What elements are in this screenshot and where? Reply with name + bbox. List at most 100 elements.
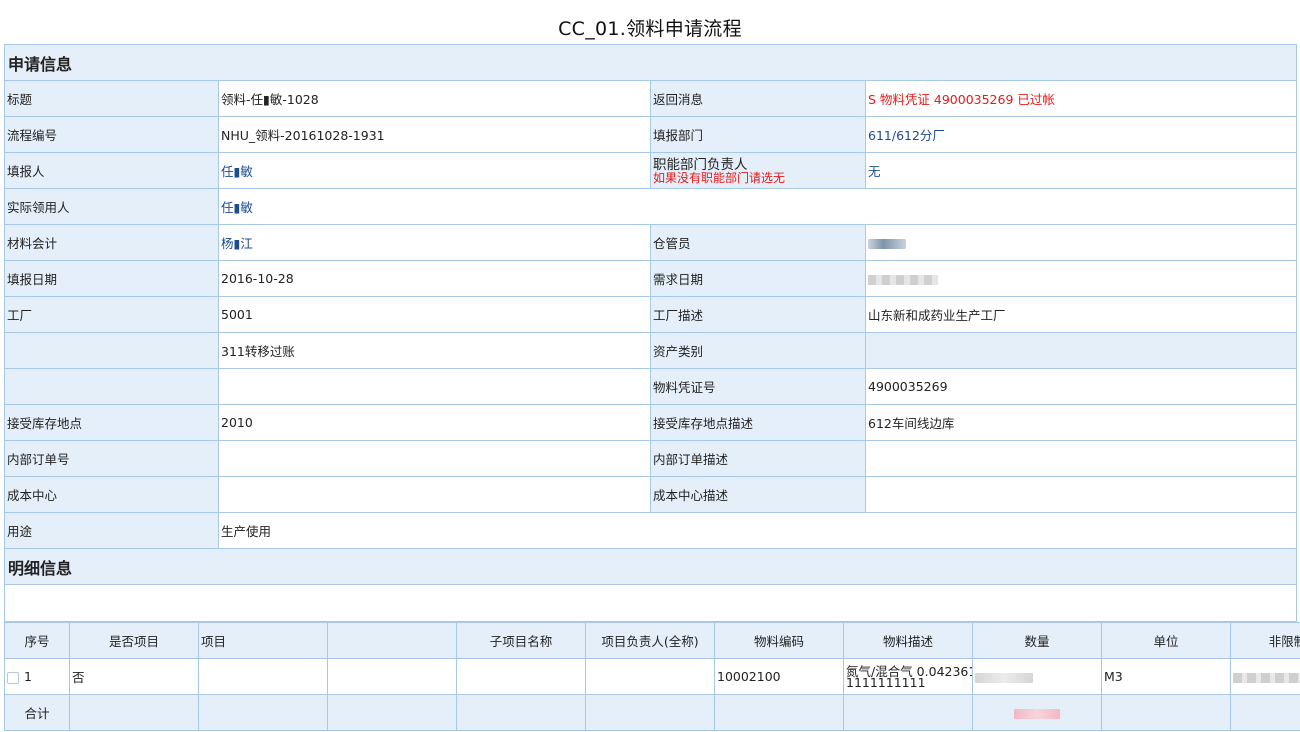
col-header: [327, 622, 457, 659]
usage-label: 用途: [4, 512, 219, 549]
total-empty-cell: [198, 694, 328, 731]
total-empty-cell: [1101, 694, 1231, 731]
total-empty-cell: [714, 694, 844, 731]
unit-cell: M3: [1101, 658, 1231, 695]
total-empty-cell: [585, 694, 715, 731]
material-desc-line2: 1111111111: [846, 674, 926, 690]
func-head-label-cell: 职能部门负责人 如果没有职能部门请选无: [650, 152, 866, 189]
title-value: 领料-任▮敏-1028: [218, 80, 651, 117]
inner-order-label: 内部订单号: [4, 440, 219, 477]
total-empty-cell: [69, 694, 199, 731]
need-date-label: 需求日期: [650, 260, 866, 297]
page-title: CC_01.领料申请流程: [558, 18, 742, 40]
col-header: 项目负责人(全称): [585, 622, 715, 659]
section-title-detail: 明细信息: [3, 548, 1298, 585]
total-empty-cell: [327, 694, 457, 731]
empty-label: [4, 368, 219, 405]
keeper-label: 仓管员: [650, 224, 866, 261]
unrestricted-cell: [1230, 658, 1300, 695]
cost-center-desc-value: [864, 476, 1298, 513]
col-header: 物料描述: [843, 622, 973, 659]
move-type-label: [4, 332, 219, 369]
total-empty-cell: [843, 694, 973, 731]
col-header: 子项目名称: [456, 622, 586, 659]
subproject-cell: [456, 658, 586, 695]
col-header: 项目: [198, 622, 328, 659]
form-container: 申请信息 标题 领料-任▮敏-1028 返回消息 S 物料凭证 49000352…: [3, 44, 1300, 731]
inner-order-value: [218, 440, 651, 477]
col-header: 物料编码: [714, 622, 844, 659]
material-desc-cell: 氮气/混合气 0.042361 1111111111: [843, 658, 973, 695]
asset-type-value: [864, 332, 1298, 369]
return-msg-label: 返回消息: [650, 80, 866, 117]
row-index: 1: [24, 669, 32, 684]
project-extra-cell: [327, 658, 457, 695]
project-owner-cell: [585, 658, 715, 695]
dept-label: 填报部门: [650, 116, 866, 153]
storage-desc-value: 612车间线边库: [864, 404, 1298, 441]
unrestricted-redacted: [1233, 672, 1300, 683]
detail-table: 序号 是否项目 项目 子项目名称 项目负责人(全称) 物料编码 物料描述 数量 …: [4, 622, 1300, 731]
col-header: 是否项目: [69, 622, 199, 659]
total-row: 合计: [4, 694, 1300, 731]
need-date-redacted: [868, 274, 938, 285]
cost-center-label: 成本中心: [4, 476, 219, 513]
col-header: 数量: [972, 622, 1102, 659]
return-msg-value: S 物料凭证 4900035269 已过帐: [864, 80, 1298, 117]
title-label: 标题: [4, 80, 219, 117]
detail-header-row: 序号 是否项目 项目 子项目名称 项目负责人(全称) 物料编码 物料描述 数量 …: [4, 622, 1300, 659]
quantity-cell: [972, 658, 1102, 695]
func-head-hint: 如果没有职能部门请选无: [653, 170, 786, 185]
func-head-value-link[interactable]: 无: [864, 152, 1298, 189]
factory-label: 工厂: [4, 296, 219, 333]
factory-value: 5001: [218, 296, 651, 333]
is-project-cell: 否: [69, 658, 199, 695]
row-index-cell: 1: [4, 658, 70, 695]
factory-desc-label: 工厂描述: [650, 296, 866, 333]
col-header: 单位: [1101, 622, 1231, 659]
cost-center-value: [218, 476, 651, 513]
cost-center-desc-label: 成本中心描述: [650, 476, 866, 513]
date-value: 2016-10-28: [218, 260, 651, 297]
quantity-redacted: [975, 672, 1033, 683]
accountant-label: 材料会计: [4, 224, 219, 261]
asset-type-label: 资产类别: [650, 332, 866, 369]
doc-no-label: 物料凭证号: [650, 368, 866, 405]
inner-order-desc-label: 内部订单描述: [650, 440, 866, 477]
total-quantity-cell: [972, 694, 1102, 731]
keeper-value[interactable]: [864, 224, 1298, 261]
total-label: 合计: [4, 694, 70, 731]
inner-order-desc-value: [864, 440, 1298, 477]
doc-no-value: 4900035269: [864, 368, 1298, 405]
row-select-checkbox[interactable]: [7, 671, 19, 684]
material-code-cell: 10002100: [714, 658, 844, 695]
total-empty-cell: [1230, 694, 1300, 731]
keeper-redacted: [868, 238, 906, 249]
total-empty-cell: [456, 694, 586, 731]
actual-user-label: 实际领用人: [4, 188, 219, 225]
reporter-label: 填报人: [4, 152, 219, 189]
storage-value: 2010: [218, 404, 651, 441]
accountant-value-link[interactable]: 杨▮江: [218, 224, 651, 261]
flow-no-value: NHU_领料-20161028-1931: [218, 116, 651, 153]
col-header: 序号: [4, 622, 70, 659]
need-date-value: [864, 260, 1298, 297]
empty-value: [218, 368, 651, 405]
material-desc-text: 氮气/混合气 0.042361 1111111111: [846, 665, 972, 690]
project-cell: [198, 658, 328, 695]
apply-info-table: 申请信息 标题 领料-任▮敏-1028 返回消息 S 物料凭证 49000352…: [3, 44, 1298, 622]
detail-toolbar-area: [3, 584, 1298, 622]
factory-desc-value: 山东新和成药业生产工厂: [864, 296, 1298, 333]
reporter-value-link[interactable]: 任▮敏: [218, 152, 651, 189]
section-title-apply: 申请信息: [3, 44, 1298, 81]
storage-label: 接受库存地点: [4, 404, 219, 441]
storage-desc-label: 接受库存地点描述: [650, 404, 866, 441]
col-header: 非限制: [1230, 622, 1300, 659]
flow-no-label: 流程编号: [4, 116, 219, 153]
date-label: 填报日期: [4, 260, 219, 297]
func-head-label: 职能部门负责人: [653, 156, 748, 173]
move-type-value: 311转移过账: [218, 332, 651, 369]
actual-user-value-link[interactable]: 任▮敏: [217, 188, 1298, 225]
total-quantity-redacted: [1014, 708, 1060, 719]
dept-value-link[interactable]: 611/612分厂: [864, 116, 1298, 153]
